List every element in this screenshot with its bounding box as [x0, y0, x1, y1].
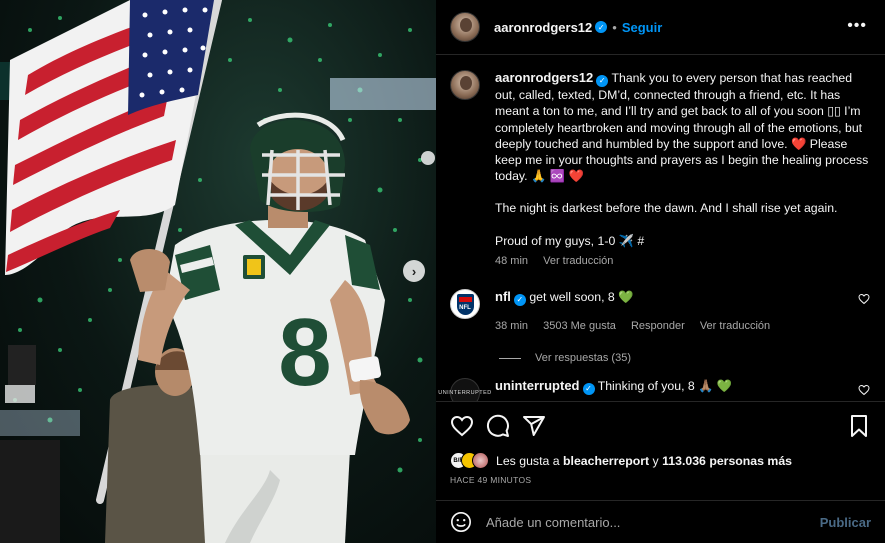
- share-paper-plane-icon[interactable]: [522, 414, 546, 438]
- post-sidebar: aaronrodgers12 ✓ • Seguir ••• aaronrodge…: [436, 0, 885, 543]
- comment-item: UNINTERRUPTED uninterrupted ✓ Thinking of…: [438, 378, 870, 401]
- save-bookmark-icon[interactable]: [847, 414, 871, 438]
- see-translation-link[interactable]: Ver traducción: [700, 320, 770, 332]
- liker-avatar: [472, 452, 489, 469]
- caption-text-2: The night is darkest before the dawn. An…: [495, 201, 838, 216]
- comment-likes-count[interactable]: 3503 Me gusta: [543, 320, 616, 332]
- like-heart-icon[interactable]: [450, 414, 474, 438]
- replies-line: [499, 357, 521, 359]
- likes-summary[interactable]: B/R Les gusta a bleacherreport y 113.036…: [450, 452, 792, 469]
- post-timestamp: HACE 49 MINUTOS: [450, 475, 532, 485]
- american-flag: [5, 0, 214, 275]
- comment-username[interactable]: nfl: [495, 289, 511, 304]
- uninterrupted-logo-icon[interactable]: UNINTERRUPTED: [438, 378, 491, 401]
- publish-button[interactable]: Publicar: [820, 515, 871, 530]
- verified-badge-icon: ✓: [513, 294, 526, 306]
- more-options-icon[interactable]: •••: [847, 17, 867, 35]
- caption-time: 48 min: [495, 254, 529, 267]
- separator-dot: •: [612, 19, 617, 35]
- verified-badge-icon: ✓: [582, 383, 595, 395]
- caption-text-3: Proud of my guys, 1-0 ✈️ #: [495, 233, 645, 248]
- comment-text: Thinking of you, 8 🙏🏽 💚: [597, 379, 733, 393]
- photo-illustration: 8: [0, 0, 436, 543]
- verified-badge-icon: ✓: [595, 21, 608, 33]
- likes-text: Les gusta a bleacherreport y 113.036 per…: [496, 454, 792, 468]
- caption-avatar[interactable]: [450, 70, 480, 100]
- carousel-next-button[interactable]: ›: [403, 260, 425, 282]
- likes-prefix: Les gusta a: [496, 453, 560, 468]
- comment-item: NFL nfl ✓ get well soon, 8 💚 38 min 3503 …: [450, 289, 870, 334]
- comment-meta: 38 min 3503 Me gusta Responder Ver tradu…: [495, 318, 870, 334]
- comment-text: get well soon, 8 💚: [529, 290, 634, 304]
- post-photo[interactable]: 8 ›: [0, 0, 436, 543]
- author-username[interactable]: aaronrodgers12: [494, 20, 592, 35]
- camera-rig: [0, 345, 60, 543]
- verified-badge-icon: ✓: [596, 75, 609, 88]
- comment-like-heart-icon[interactable]: [858, 293, 870, 305]
- emoji-smiley-icon[interactable]: [450, 511, 472, 533]
- caption-meta: 48 min Ver traducción: [495, 253, 870, 269]
- likes-user[interactable]: bleacherreport: [563, 454, 649, 468]
- nfl-logo-icon[interactable]: NFL: [450, 289, 480, 319]
- see-translation-link[interactable]: Ver traducción: [543, 255, 613, 267]
- comments-section[interactable]: aaronrodgers12 ✓ Thank you to every perso…: [436, 56, 885, 401]
- comment-time: 38 min: [495, 320, 529, 332]
- jersey-number: 8: [278, 299, 331, 406]
- author-avatar[interactable]: [450, 12, 480, 42]
- likes-connector: y: [652, 453, 659, 468]
- caption-text-1: Thank you to every person that has reach…: [495, 71, 869, 184]
- reply-button[interactable]: Responder: [631, 320, 685, 332]
- post-actions: B/R Les gusta a bleacherreport y 113.036…: [436, 401, 885, 501]
- post-caption: aaronrodgers12 ✓ Thank you to every perso…: [450, 70, 870, 269]
- post-header: aaronrodgers12 ✓ • Seguir •••: [436, 0, 885, 55]
- caption-username[interactable]: aaronrodgers12: [495, 70, 593, 85]
- add-comment-bar: Publicar: [436, 500, 885, 543]
- view-replies-button[interactable]: Ver respuestas (35): [499, 352, 631, 364]
- comment-input[interactable]: [486, 514, 820, 530]
- likes-count[interactable]: 113.036 personas más: [662, 454, 792, 468]
- comment-username[interactable]: uninterrupted: [495, 378, 580, 393]
- view-replies-label: Ver respuestas (35): [535, 352, 631, 364]
- follow-button[interactable]: Seguir: [622, 20, 662, 35]
- comment-like-heart-icon[interactable]: [858, 384, 870, 396]
- comment-bubble-icon[interactable]: [486, 414, 510, 438]
